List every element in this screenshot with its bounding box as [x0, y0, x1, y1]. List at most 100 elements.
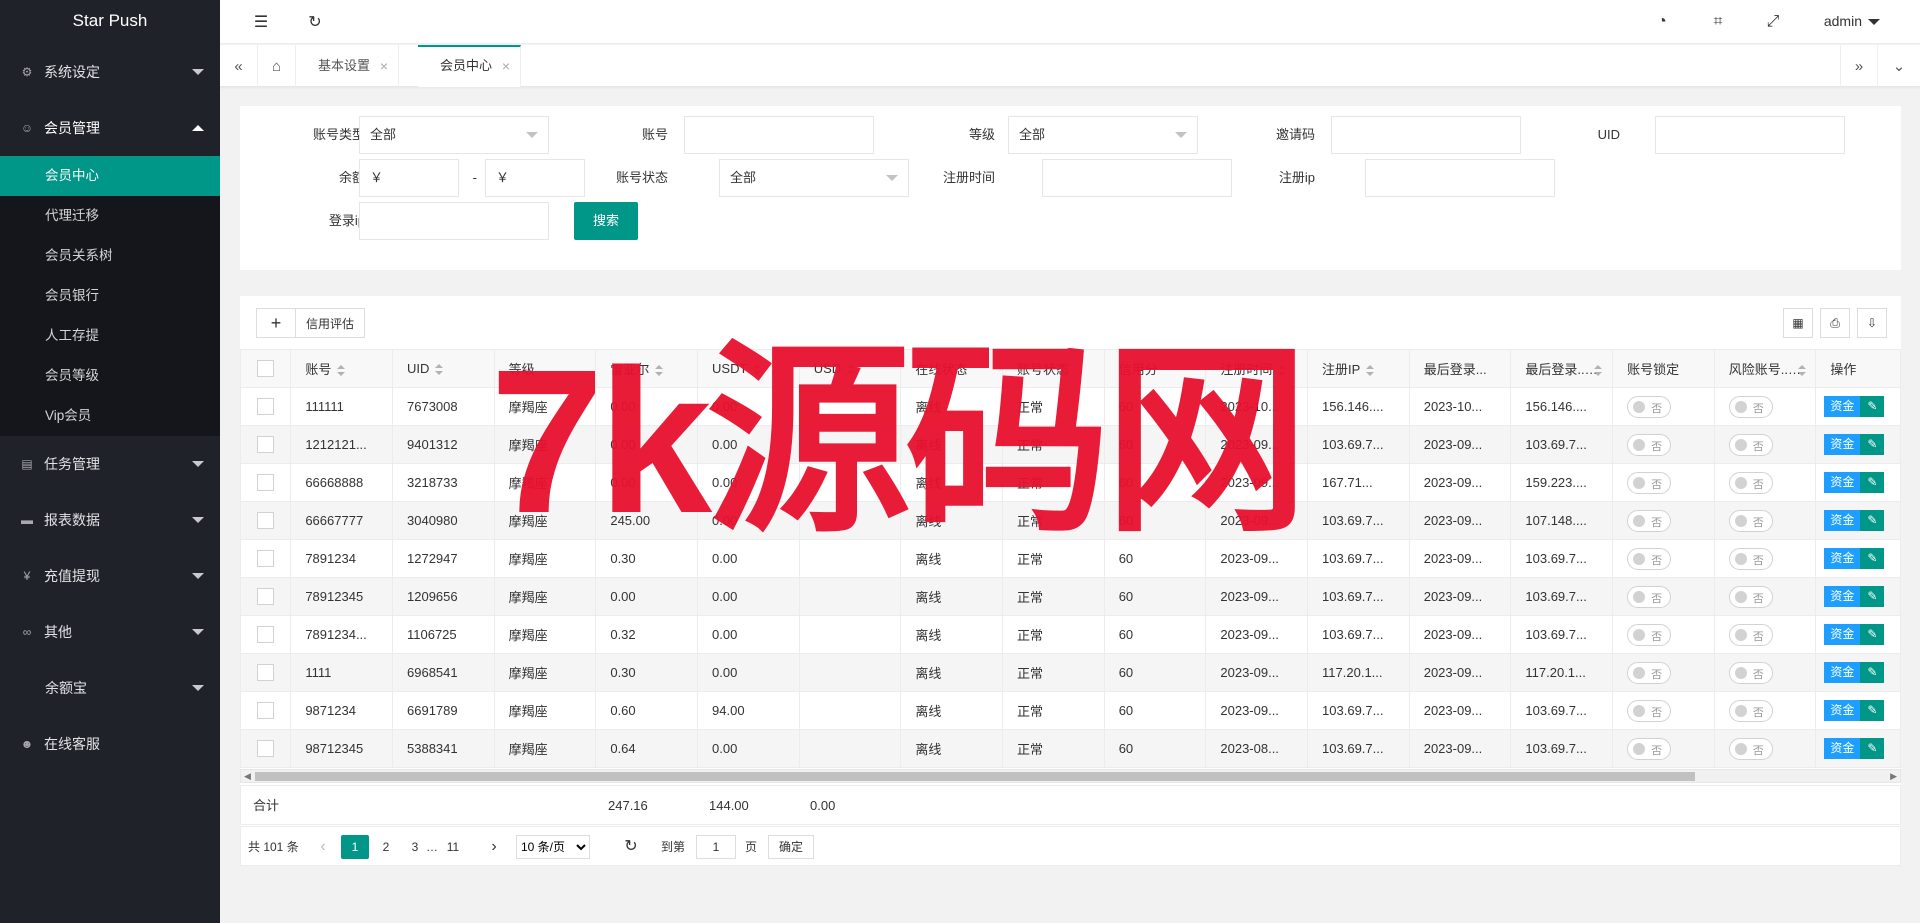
risk-account-toggle[interactable]: 否	[1713, 425, 1817, 464]
account-type-select[interactable]: 全部	[359, 116, 549, 154]
uid-input[interactable]	[1655, 116, 1845, 154]
edit-icon[interactable]: ✎	[1860, 510, 1885, 531]
tag-icon[interactable]: ⌗	[1707, 11, 1729, 33]
fund-button[interactable]: 资金	[1824, 624, 1861, 645]
select-all-checkbox[interactable]	[239, 349, 292, 388]
row-checkbox[interactable]	[239, 577, 292, 616]
toggle-switch[interactable]: 否	[1627, 737, 1672, 760]
scroll-left-arrow-icon[interactable]: ◀	[244, 770, 251, 782]
account-lock-toggle[interactable]: 否	[1612, 577, 1715, 616]
risk-account-toggle[interactable]: 否	[1713, 501, 1817, 540]
sort-icon[interactable]	[753, 364, 762, 376]
toggle-switch[interactable]: 否	[1728, 395, 1773, 418]
sidebar-item-manual-deposit[interactable]: 人工存提	[0, 316, 220, 356]
invite-code-input[interactable]	[1331, 116, 1521, 154]
row-checkbox[interactable]	[239, 729, 292, 768]
goto-confirm-button[interactable]: 确定	[768, 835, 815, 859]
sidebar-item-agent-migration[interactable]: 代理迁移	[0, 196, 220, 236]
print-icon[interactable]: ⎙	[1820, 308, 1850, 338]
export-icon[interactable]: ⇩	[1857, 308, 1887, 338]
sort-icon[interactable]	[337, 365, 346, 377]
risk-account-toggle[interactable]: 否	[1713, 463, 1817, 502]
account-lock-toggle[interactable]: 否	[1612, 691, 1715, 730]
prev-page-icon[interactable]: ‹	[315, 835, 331, 859]
next-page-icon[interactable]: ›	[486, 835, 502, 859]
toggle-switch[interactable]: 否	[1627, 509, 1672, 532]
account-lock-toggle[interactable]: 否	[1612, 729, 1715, 768]
page-2[interactable]: 2	[378, 835, 394, 859]
account-lock-toggle[interactable]: 否	[1612, 539, 1715, 578]
row-checkbox[interactable]	[239, 615, 292, 654]
nav-online-support[interactable]: ☻ 在线客服	[0, 716, 220, 772]
toggle-switch[interactable]: 否	[1627, 433, 1672, 456]
toggle-switch[interactable]: 否	[1627, 471, 1672, 494]
balance-min-input[interactable]: ￥	[359, 159, 459, 197]
col-account[interactable]: 账号	[290, 349, 393, 388]
account-lock-toggle[interactable]: 否	[1612, 387, 1715, 426]
tabs-scroll-right-icon[interactable]: »	[1840, 45, 1878, 87]
nav-member-management[interactable]: ☺ 会员管理	[0, 100, 220, 156]
sidebar-item-member-bank[interactable]: 会员银行	[0, 276, 220, 316]
refresh-icon[interactable]: ↻	[304, 11, 326, 33]
register-time-input[interactable]	[1042, 159, 1232, 197]
row-checkbox[interactable]	[239, 463, 292, 502]
risk-account-toggle[interactable]: 否	[1713, 729, 1817, 768]
account-status-select[interactable]: 全部	[719, 159, 909, 197]
fund-button[interactable]: 资金	[1824, 434, 1861, 455]
edit-icon[interactable]: ✎	[1860, 624, 1885, 645]
goto-page-input[interactable]: 1	[696, 835, 736, 859]
fullscreen-icon[interactable]: ⤢	[1762, 11, 1784, 33]
tabs-menu-chevron-icon[interactable]: ⌄	[1880, 45, 1918, 87]
col-uid[interactable]: UID	[392, 349, 495, 388]
toggle-switch[interactable]: 否	[1728, 509, 1773, 532]
risk-account-toggle[interactable]: 否	[1713, 691, 1817, 730]
sidebar-item-vip[interactable]: Vip会员	[0, 396, 220, 436]
sort-icon[interactable]	[847, 364, 856, 376]
table-horizontal-scrollbar[interactable]: ◀ ▶	[240, 769, 1901, 783]
nav-system-settings[interactable]: ⚙ 系统设定	[0, 44, 220, 100]
sort-icon[interactable]	[1278, 365, 1287, 377]
close-icon[interactable]: ×	[380, 45, 388, 87]
risk-account-toggle[interactable]: 否	[1713, 615, 1817, 654]
col-last-login-ip[interactable]: 最后登录...	[1510, 349, 1614, 388]
fund-button[interactable]: 资金	[1824, 700, 1861, 721]
toggle-switch[interactable]: 否	[1728, 585, 1773, 608]
register-ip-input[interactable]	[1365, 159, 1555, 197]
tab-member-center[interactable]: 会员中心 ×	[418, 45, 522, 87]
col-usd[interactable]: USD	[798, 349, 902, 388]
row-checkbox[interactable]	[239, 387, 292, 426]
col-register-time[interactable]: 注册时间	[1205, 349, 1309, 388]
credit-evaluation-button[interactable]: 信用评估	[295, 308, 365, 338]
fund-button[interactable]: 资金	[1824, 662, 1861, 683]
tabs-scroll-left-icon[interactable]: «	[220, 45, 258, 87]
toggle-switch[interactable]: 否	[1627, 395, 1672, 418]
edit-icon[interactable]: ✎	[1860, 548, 1885, 569]
theme-icon[interactable]: ◔	[1651, 11, 1673, 33]
refresh-icon[interactable]: ↻	[621, 835, 641, 859]
login-ip-input[interactable]	[359, 202, 549, 240]
sidebar-item-member-level[interactable]: 会员等级	[0, 356, 220, 396]
home-icon[interactable]: ⌂	[258, 45, 296, 87]
close-icon[interactable]: ×	[502, 47, 510, 85]
toggle-switch[interactable]: 否	[1728, 547, 1773, 570]
user-menu[interactable]: admin	[1824, 13, 1880, 29]
row-checkbox[interactable]	[239, 653, 292, 692]
toggle-switch[interactable]: 否	[1627, 699, 1672, 722]
tab-basic-settings[interactable]: 基本设置 ×	[296, 45, 400, 87]
edit-icon[interactable]: ✎	[1860, 738, 1885, 759]
page-1[interactable]: 1	[341, 835, 369, 859]
toggle-switch[interactable]: 否	[1728, 471, 1773, 494]
nav-task-management[interactable]: ▤ 任务管理	[0, 436, 220, 492]
account-lock-toggle[interactable]: 否	[1612, 463, 1715, 502]
page-size-select[interactable]: 10 条/页	[516, 835, 590, 859]
scrollbar-thumb[interactable]	[255, 772, 1695, 781]
page-3[interactable]: 3	[407, 835, 423, 859]
scroll-right-arrow-icon[interactable]: ▶	[1890, 770, 1897, 782]
nav-report-data[interactable]: ▬ 报表数据	[0, 492, 220, 548]
account-input[interactable]	[684, 116, 874, 154]
fund-button[interactable]: 资金	[1824, 396, 1861, 417]
toggle-switch[interactable]: 否	[1627, 547, 1672, 570]
toggle-switch[interactable]: 否	[1728, 623, 1773, 646]
sidebar-item-member-tree[interactable]: 会员关系树	[0, 236, 220, 276]
risk-account-toggle[interactable]: 否	[1713, 387, 1817, 426]
